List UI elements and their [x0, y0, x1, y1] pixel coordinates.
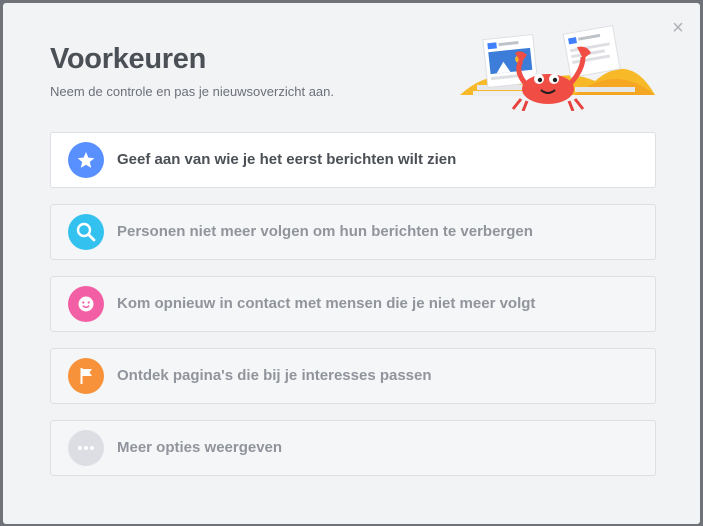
flag-icon [68, 358, 104, 394]
star-icon [68, 142, 104, 178]
option-label: Geef aan van wie je het eerst berichten … [117, 151, 457, 168]
option-label: Kom opnieuw in contact met mensen die je… [117, 295, 536, 312]
option-label: Ontdek pagina's die bij je interesses pa… [117, 367, 432, 384]
option-label: Meer opties weergeven [117, 439, 283, 456]
smiley-icon [68, 286, 104, 322]
dialog-subtitle: Neem de controle en pas je nieuwsoverzic… [50, 84, 334, 99]
search-icon [68, 214, 104, 250]
crab-with-news-cards-illustration [460, 24, 655, 111]
more-icon [68, 430, 104, 466]
dialog-title: Voorkeuren [50, 43, 207, 75]
option-label: Personen niet meer volgen om hun bericht… [117, 223, 533, 240]
preferences-dialog: × Voorkeuren Neem de controle en pas je … [3, 3, 700, 524]
option-unfollow[interactable]: Personen niet meer volgen om hun bericht… [50, 204, 656, 260]
option-more[interactable]: Meer opties weergeven [50, 420, 656, 476]
close-icon[interactable]: × [667, 17, 689, 39]
option-discover-pages[interactable]: Ontdek pagina's die bij je interesses pa… [50, 348, 656, 404]
option-see-first[interactable]: Geef aan van wie je het eerst berichten … [50, 132, 656, 188]
option-reconnect[interactable]: Kom opnieuw in contact met mensen die je… [50, 276, 656, 332]
